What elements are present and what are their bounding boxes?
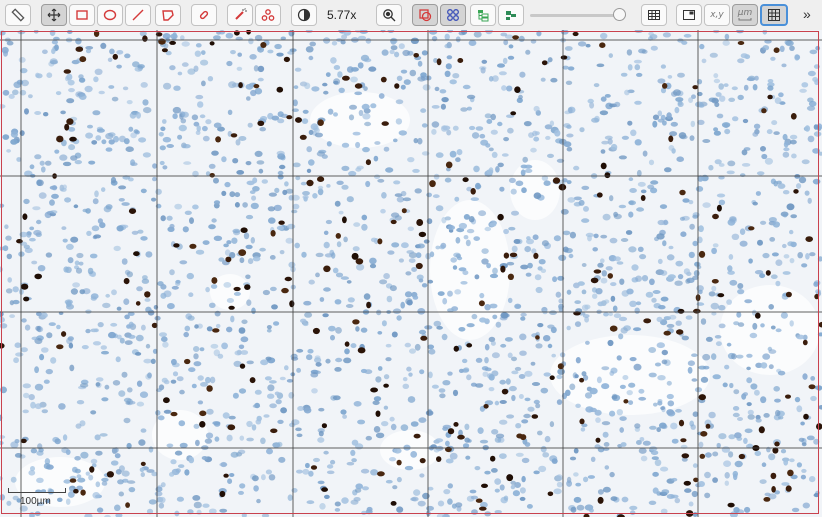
show-annotations-button[interactable]	[412, 4, 438, 26]
overlay-icon	[418, 8, 432, 22]
show-detections-button[interactable]	[440, 4, 466, 26]
rectangle-tool-button[interactable]	[69, 4, 95, 26]
grid-icon	[767, 8, 781, 22]
ruler-tool-button[interactable]	[5, 4, 31, 26]
line-icon	[131, 8, 145, 22]
coordinates-icon: x,y	[710, 10, 724, 20]
detections-icon	[446, 8, 460, 22]
wand-tool-button[interactable]	[227, 4, 253, 26]
scale-bar-label: 100µm	[20, 496, 51, 507]
points-icon	[261, 8, 275, 22]
hierarchy-icon	[476, 8, 490, 22]
show-overview-button[interactable]	[676, 4, 702, 26]
brush-tool-button[interactable]	[191, 4, 217, 26]
measurement-table-button[interactable]	[641, 4, 667, 26]
overview-icon	[682, 8, 696, 22]
ellipse-tool-button[interactable]	[97, 4, 123, 26]
brightness-contrast-button[interactable]	[291, 4, 317, 26]
scalebar-icon: µm	[737, 8, 753, 21]
move-icon	[47, 8, 61, 22]
show-hierarchy-button[interactable]	[470, 4, 496, 26]
line-tool-button[interactable]	[125, 4, 151, 26]
contrast-icon	[297, 8, 311, 22]
overlay-opacity-slider-track[interactable]	[530, 14, 626, 17]
zoom-to-fit-icon	[382, 8, 396, 22]
toolbar: 5.77x x,y µm »	[0, 0, 822, 31]
zoom-to-fit-button[interactable]	[376, 4, 402, 26]
show-grid-button[interactable]	[760, 4, 788, 26]
show-scalebar-button[interactable]: µm	[732, 4, 758, 26]
polygon-icon	[161, 8, 175, 22]
scalebar-unit-label: µm	[737, 8, 753, 18]
image-viewer[interactable]: 100µm	[0, 30, 822, 517]
overlay-opacity-slider-thumb[interactable]	[613, 8, 627, 21]
table-icon	[647, 8, 661, 22]
ellipse-icon	[103, 8, 117, 22]
ruler-icon	[11, 8, 25, 22]
scale-bar	[8, 488, 66, 493]
rectangle-icon	[75, 8, 89, 22]
brush-icon	[197, 8, 211, 22]
polygon-tool-button[interactable]	[155, 4, 181, 26]
zoom-level-label: 5.77x	[327, 8, 357, 22]
more-tools-button[interactable]: »	[803, 6, 811, 22]
tissue-image	[0, 30, 822, 517]
classify-icon	[504, 8, 518, 22]
show-coordinates-button[interactable]: x,y	[704, 4, 730, 26]
move-tool-button[interactable]	[41, 4, 67, 26]
wand-icon	[233, 8, 247, 22]
classify-button[interactable]	[498, 4, 524, 26]
points-tool-button[interactable]	[255, 4, 281, 26]
